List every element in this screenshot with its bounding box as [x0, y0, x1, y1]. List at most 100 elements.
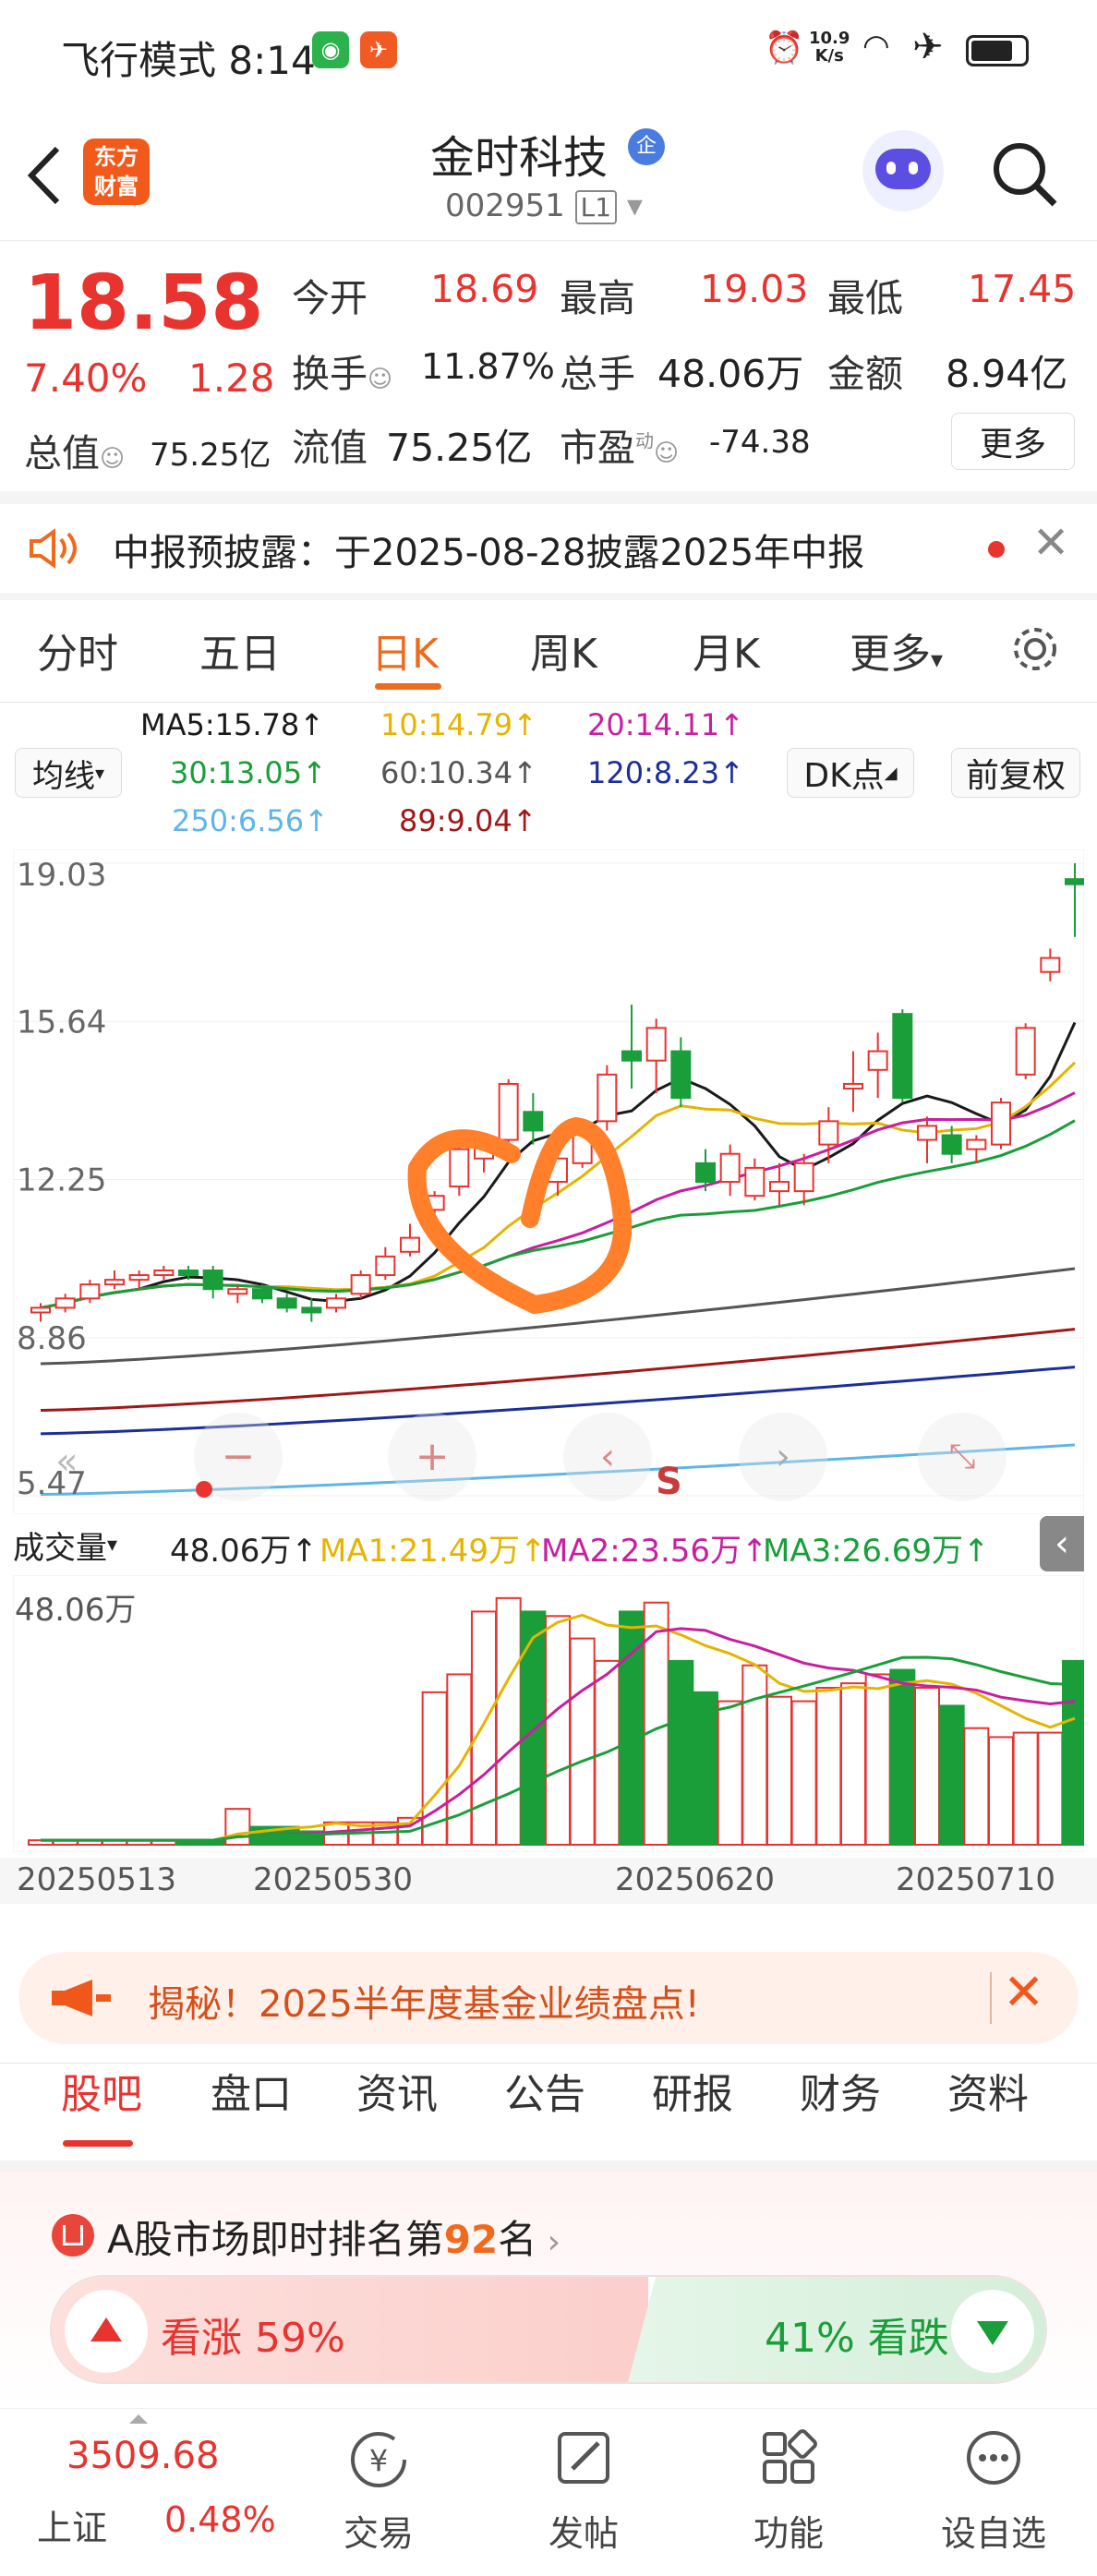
info-tab[interactable]: 财务: [800, 2061, 881, 2120]
tab-daily-k[interactable]: 日K: [371, 620, 439, 680]
info-tab[interactable]: 资讯: [356, 2061, 438, 2120]
unread-dot: [988, 541, 1005, 558]
notice-bar[interactable]: 中报预披露：于2025-08-28披露2025年中报 ✕: [0, 504, 1097, 593]
volume-selector[interactable]: 成交量 ▾: [13, 1522, 166, 1568]
volume-bar: [914, 1687, 940, 1846]
bullish-button[interactable]: [65, 2290, 148, 2373]
info-tab[interactable]: 研报: [652, 2061, 733, 2120]
low-label: 最低: [827, 276, 903, 320]
candle-body: [867, 1050, 888, 1071]
info-tab[interactable]: 股吧: [61, 2061, 142, 2120]
candle-body: [227, 1288, 248, 1295]
candle-body: [1040, 957, 1061, 973]
fullscreen-icon[interactable]: ⤡: [918, 1413, 1007, 1501]
ma89-label: 89:9.04↑: [399, 803, 537, 838]
buy-marker-dot: [196, 1481, 212, 1498]
nav-functions[interactable]: 功能: [724, 2410, 853, 2576]
promo-close-icon[interactable]: ✕: [1003, 1963, 1044, 2021]
eastmoney-logo[interactable]: 东方 财富: [83, 138, 150, 205]
candle-body: [79, 1283, 101, 1300]
megaphone-icon: [52, 1980, 111, 2016]
scroll-left-fast-icon[interactable]: «: [55, 1440, 78, 1483]
dk-point-button[interactable]: DK点 ◢: [787, 748, 914, 798]
sentiment-bar: 看涨 59% 41% 看跌: [50, 2275, 1047, 2384]
volume-bar: [569, 1637, 596, 1846]
low-value: 17.45: [968, 267, 1077, 311]
volume-bar: [1062, 1659, 1084, 1846]
volume-chart[interactable]: [13, 1575, 1084, 1852]
net-speed: 10.9 K/s: [809, 29, 850, 66]
vol-ma3-label: MA3:26.69万↑: [763, 1533, 990, 1570]
nav-watchlist[interactable]: 设自选: [929, 2410, 1058, 2576]
tab-more[interactable]: 更多▾: [850, 620, 943, 680]
collapse-panel-button[interactable]: ‹: [1040, 1516, 1084, 1571]
candle-body: [991, 1101, 1011, 1146]
alarm-icon: ⏰: [765, 30, 804, 66]
amount-value: 8.94亿: [946, 352, 1068, 396]
tab-monthly-k[interactable]: 月K: [693, 620, 760, 680]
candle-body: [128, 1274, 150, 1282]
scroll-left-button[interactable]: ‹: [563, 1413, 652, 1501]
volume-bar: [889, 1668, 916, 1846]
turnover-label: 换手☺: [292, 352, 393, 396]
volume-bar: [988, 1736, 1014, 1846]
section-gap: [0, 593, 1097, 600]
candle-body: [54, 1297, 76, 1309]
turnover-value: 11.87%: [421, 346, 555, 387]
promo-banner[interactable]: 揭秘！2025半年度基金业绩盘点! ✕: [18, 1952, 1079, 2044]
volume-bar: [446, 1673, 473, 1846]
scroll-right-button[interactable]: ›: [739, 1413, 827, 1501]
ma120-label: 120:8.23↑: [587, 755, 744, 790]
bearish-label: 41% 看跌: [765, 2315, 949, 2362]
nav-trade[interactable]: ¥ 交易: [314, 2410, 443, 2576]
candle-body: [818, 1120, 839, 1146]
robot-assistant-icon[interactable]: [862, 130, 944, 211]
x-tick-label: 20250513: [17, 1861, 177, 1898]
ma5-label: MA5:15.78↑: [140, 707, 325, 742]
tab-five-day[interactable]: 五日: [199, 620, 281, 680]
zoom-in-button[interactable]: +: [388, 1413, 476, 1501]
info-tab[interactable]: 公告: [504, 2061, 585, 2120]
more-dots-icon: [967, 2431, 1020, 2485]
open-value: 18.69: [430, 267, 539, 311]
y-tick-label: 15.64: [17, 1004, 106, 1041]
settings-gear-icon[interactable]: [1008, 622, 1062, 676]
x-tick-label: 20250530: [253, 1861, 414, 1898]
search-icon[interactable]: [988, 138, 1062, 211]
tab-intraday[interactable]: 分时: [37, 620, 118, 680]
bearish-button[interactable]: [951, 2290, 1034, 2373]
nav-post[interactable]: 发帖: [519, 2410, 648, 2576]
expand-index-icon[interactable]: [129, 2414, 148, 2424]
ma-selector[interactable]: 均线 ▾: [15, 748, 122, 798]
volume-bar: [1012, 1731, 1039, 1846]
edit-post-icon: [558, 2432, 609, 2484]
volume-bar: [741, 1664, 768, 1847]
stock-code: 002951 L1 ▾: [445, 187, 643, 224]
ma60-label: 60:10.34↑: [380, 755, 537, 790]
tab-weekly-k[interactable]: 周K: [530, 620, 597, 680]
candle-body: [30, 1306, 51, 1314]
high-value: 19.03: [700, 267, 809, 311]
quote-panel: 18.58 7.40% 1.28 总值☺ 75.25亿 今开 18.69 最高 …: [0, 240, 1097, 489]
forward-adjust-button[interactable]: 前复权: [951, 748, 1080, 798]
section-gap: [0, 491, 1097, 504]
mktcap-label: 总值☺: [24, 431, 126, 475]
index-value[interactable]: 3509.68: [66, 2435, 219, 2477]
ma30-label: 30:13.05↑: [170, 755, 327, 790]
y-tick-label: 8.86: [17, 1320, 87, 1357]
volume-bar: [545, 1615, 571, 1846]
mktcap-value: 75.25亿: [150, 437, 271, 474]
close-icon[interactable]: ✕: [1032, 517, 1069, 569]
info-tab[interactable]: 资料: [947, 2061, 1029, 2120]
candle-body: [1015, 1027, 1036, 1076]
candle-body: [523, 1111, 544, 1132]
sentiment-panel: A股市场即时排名第92名 › 看涨 59% 41% 看跌: [0, 2172, 1097, 2408]
back-arrow-icon[interactable]: [24, 143, 65, 208]
rank-text[interactable]: A股市场即时排名第92名 ›: [107, 2209, 561, 2265]
more-button[interactable]: 更多: [951, 413, 1075, 470]
ma20-label: 20:14.11↑: [587, 707, 744, 742]
change-amount: 1.28: [188, 355, 275, 401]
info-tab[interactable]: 盘口: [211, 2061, 292, 2120]
candle-body: [769, 1181, 790, 1193]
airplane-icon: ✈: [912, 26, 944, 68]
